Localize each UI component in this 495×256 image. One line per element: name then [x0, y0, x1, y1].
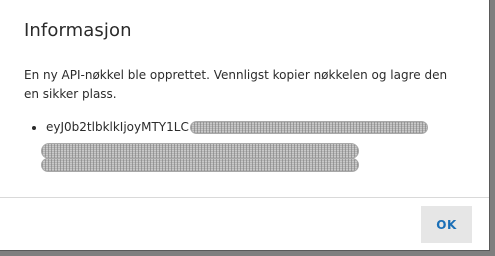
redacted-key-segment [41, 158, 359, 172]
dialog-message: En ny API-nøkkel ble opprettet. Vennligs… [24, 68, 448, 101]
dialog-title: Informasjon [24, 20, 132, 41]
information-dialog: Informasjon En ny API-nøkkel ble opprett… [0, 0, 490, 251]
redacted-key-segment [189, 121, 428, 134]
ok-button[interactable]: OK [421, 206, 472, 243]
bullet-icon [32, 126, 36, 130]
dialog-content: En ny API-nøkkel ble opprettet. Vennligs… [24, 66, 464, 172]
api-key-item[interactable]: eyJ0b2tlbklkIjoyMTY1LC [32, 118, 464, 137]
redacted-key-segment [41, 143, 359, 159]
api-key-text: eyJ0b2tlbklkIjoyMTY1LC [46, 120, 189, 134]
footer-divider [0, 197, 489, 198]
api-key-list: eyJ0b2tlbklkIjoyMTY1LC [24, 118, 464, 137]
